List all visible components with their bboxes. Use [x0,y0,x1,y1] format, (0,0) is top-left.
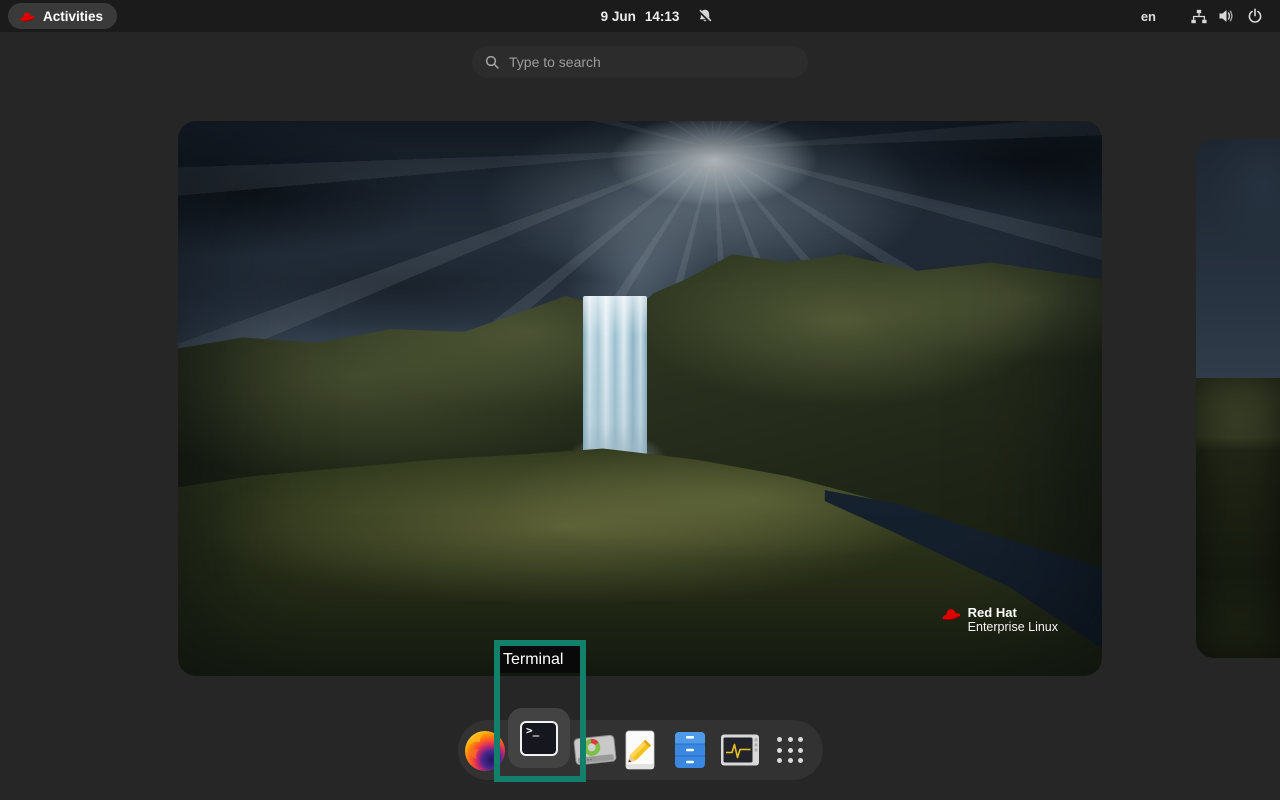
clock-date: 9 Jun [601,9,636,24]
terminal-tooltip: Terminal [500,646,580,673]
text-editor-icon[interactable] [621,729,659,771]
volume-output-icon [1217,8,1236,25]
keyboard-layout-indicator[interactable]: en [1141,9,1156,24]
power-icon [1245,8,1264,25]
terminal-highlight-frame: Terminal [494,640,586,782]
search-icon [485,55,500,70]
system-monitor-icon[interactable] [720,734,760,767]
workspace-preview-current[interactable]: Red Hat Enterprise Linux [178,121,1102,676]
activities-button[interactable]: Activities [8,3,117,29]
system-status-area[interactable]: en [1141,0,1264,32]
workspace-preview-next[interactable] [1196,139,1280,658]
clock[interactable]: 9 Jun 14:13 [601,0,680,32]
files-icon[interactable] [672,730,708,770]
show-applications-icon[interactable] [777,737,803,763]
rhel-brand-text: Red Hat [968,606,1058,620]
next-wallpaper-sky [1196,139,1280,378]
redhat-fedora-icon [940,606,962,622]
notifications-disabled-icon [697,8,713,24]
activities-label: Activities [43,9,103,24]
clock-time: 14:13 [645,9,680,24]
rhel-wallpaper-logo: Red Hat Enterprise Linux [940,606,1058,634]
search-bar[interactable] [472,46,808,78]
next-wallpaper-hill [1196,378,1280,658]
rhel-product-text: Enterprise Linux [968,620,1058,634]
search-input[interactable] [509,54,789,70]
redhat-fedora-icon [18,10,36,23]
top-bar: Activities 9 Jun 14:13 en [0,0,1280,32]
wired-network-icon [1189,8,1208,25]
apps-grid-dots [777,737,803,763]
